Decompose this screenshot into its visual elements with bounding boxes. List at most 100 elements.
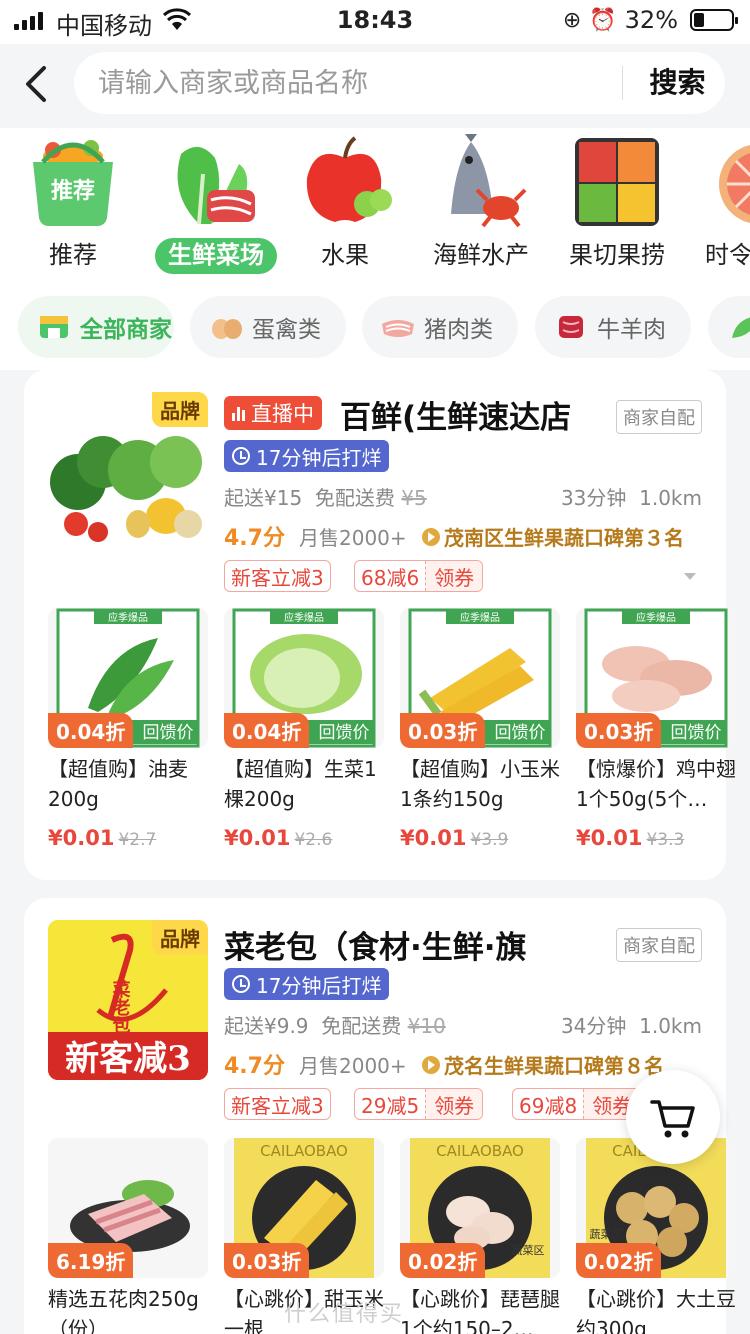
product-image: CAILAOBAO 蔬菜区 0.02折 [400,1138,560,1278]
product-image: 6.19折 [48,1138,208,1278]
promo-coupon[interactable]: 29减5 领券 [354,1088,484,1120]
promo-coupon[interactable]: 69减8 领券 [512,1088,642,1120]
product-item[interactable]: 应季爆品 回馈价 0.04折 【超值购】生菜1棵200g ¥0.01 ¥2.6 [224,608,384,850]
discount-badge: 6.19折 [48,1243,134,1278]
filter-more[interactable] [708,296,750,358]
promo-text: 新客立减3 [231,1093,324,1118]
apple-icon [306,136,392,222]
status-bar: 中国移动 18:43 ⊕ ⏰ 32% [0,0,750,44]
min-order: 起送¥15 [224,486,303,510]
grapefruit-icon [719,145,750,223]
promo-text: 69减8 [519,1093,578,1118]
discount-badge: 0.03折 [400,713,486,748]
product-item[interactable]: CAILAOBAO 蔬菜区 0.02折 【心跳价】琵琶腿1个约150–2… [400,1138,560,1334]
back-arrow-icon[interactable] [20,64,56,104]
category-seafood[interactable]: 海鲜水产 [413,128,549,288]
price-original: ¥2.7 [118,830,157,850]
product-image: 应季爆品 回馈价 0.03折 [400,608,560,748]
price-original: ¥3.9 [470,830,509,850]
product-price: ¥0.01 ¥2.6 [224,826,384,850]
stamp-text: 蔬菜区 [512,1244,545,1257]
clock-icon [232,447,250,465]
battery-icon [690,9,738,31]
filter-eggs-poultry[interactable]: 蛋禽类 [190,296,346,358]
product-banner: CAILAOBAO [260,1142,348,1160]
ranking-icon [422,527,440,546]
product-item[interactable]: 应季爆品 回馈价 0.03折 【惊爆价】鸡中翅1个50g(5个… ¥0.01 ¥3… [576,608,736,850]
search-bar: 搜索 [0,44,750,128]
filter-label: 蛋禽类 [252,317,321,343]
beef-icon [559,316,583,338]
brand-tag: 品牌 [152,392,208,427]
basket-badge-text: 推荐 [51,178,95,204]
category-fruit[interactable]: 水果 [277,128,413,288]
closing-label: 17分钟后打烊 [256,973,382,998]
closing-badge: 17分钟后打烊 [224,440,390,472]
eta: 33分钟 [560,486,627,510]
live-label: 直播中 [251,402,314,426]
live-badge[interactable]: 直播中 [224,396,322,430]
coupon-label[interactable]: 领券 [425,561,483,591]
filter-all-stores[interactable]: 全部商家 [18,296,174,358]
promo-coupon[interactable]: 68减6 领券 [354,560,484,592]
vegetable-meat-icon [177,146,255,225]
product-item[interactable]: 6.19折 精选五花肉250g（份） [48,1138,208,1334]
category-seasonal[interactable]: 时令 [685,128,750,288]
fruit-box-icon [575,138,659,226]
filter-bar: 全部商家 蛋禽类 猪肉类 牛羊肉 [0,288,750,370]
product-image: 应季爆品 回馈价 0.03折 [576,608,736,748]
rating: 4.7分 [224,1054,285,1079]
product-image: CAILAOBAO 0.03折 [224,1138,384,1278]
ranking-text: 茂南区生鲜果蔬口碑第３名 [444,526,684,550]
store-logo[interactable]: 菜老包 新客减3 品牌 [48,920,208,1080]
search-button[interactable]: 搜索 [630,52,725,114]
product-name: 【超值购】油麦200g [48,757,188,811]
live-icon [232,405,245,421]
alarm-icon: ⏰ [589,7,617,33]
filter-label: 猪肉类 [424,317,493,343]
store-name[interactable]: 百鲜(生鲜速达店 [340,392,571,437]
store-name[interactable]: 菜老包（食材·生鲜·旗 [224,922,527,967]
discount-badge: 0.02折 [576,1243,662,1278]
promo-text: 68减6 [361,565,420,590]
egg-icon [212,319,242,339]
product-banner: 应季爆品 [460,611,500,624]
ranking[interactable]: 茂南区生鲜果蔬口碑第３名 [422,522,702,551]
search-input[interactable] [98,52,598,114]
product-banner-bottom: 回馈价 [319,723,370,743]
self-delivery-tag: 商家自配 [616,400,702,434]
discount-badge: 0.04折 [224,713,310,748]
filter-pork[interactable]: 猪肉类 [362,296,518,358]
shop-icon [40,316,68,338]
min-order: 起送¥9.9 [224,1014,309,1038]
product-banner-bottom: 回馈价 [495,723,546,743]
delivery-fee: 免配送费 [314,486,395,510]
category-fruit-cut[interactable]: 果切果捞 [549,128,685,288]
category-recommend[interactable]: 推荐 推荐 [5,128,141,288]
product-name: 【心跳价】大土豆约300g [576,1287,736,1334]
store-card[interactable]: 菜老包 新客减3 品牌 菜老包（食材·生鲜·旗 商家自配 17分钟后打烊 起送¥… [24,898,736,1334]
product-banner: 应季爆品 [284,611,324,624]
filter-beef-lamb[interactable]: 牛羊肉 [535,296,691,358]
pork-icon [382,320,414,337]
price-current: ¥0.01 [48,826,115,850]
store-logo[interactable]: 品牌 [48,392,208,552]
discount-badge: 0.03折 [576,713,662,748]
category-fresh-market[interactable]: 生鲜菜场 [141,128,277,288]
coupon-label[interactable]: 领券 [425,1089,483,1119]
self-delivery-tag: 商家自配 [616,928,702,962]
product-name: 【惊爆价】鸡中翅1个50g(5个… [576,757,736,811]
product-item[interactable]: CAILAOBAO 蔬菜区 0.02折 【心跳价】大土豆约300g [576,1138,736,1334]
filter-label: 牛羊肉 [597,317,666,343]
product-banner-bottom: 回馈价 [671,723,722,743]
price-original: ¥3.3 [646,830,685,850]
distance: 1.0km [639,486,702,510]
store-card[interactable]: 品牌 直播中 百鲜(生鲜速达店 商家自配 17分钟后打烊 起送¥15 免配送费 … [24,370,736,880]
product-item[interactable]: 应季爆品 回馈价 0.04折 【超值购】油麦200g ¥0.01 ¥2.7 [48,608,208,850]
category-label: 海鲜水产 [433,241,529,269]
eta-distance: 34分钟 1.0km [561,1010,702,1039]
product-item[interactable]: 应季爆品 回馈价 0.03折 【超值购】小玉米1条约150g ¥0.01 ¥3.9 [400,608,560,850]
expand-promos-icon[interactable] [684,573,696,580]
cart-button[interactable] [626,1070,720,1164]
discount-badge: 0.04折 [48,713,134,748]
